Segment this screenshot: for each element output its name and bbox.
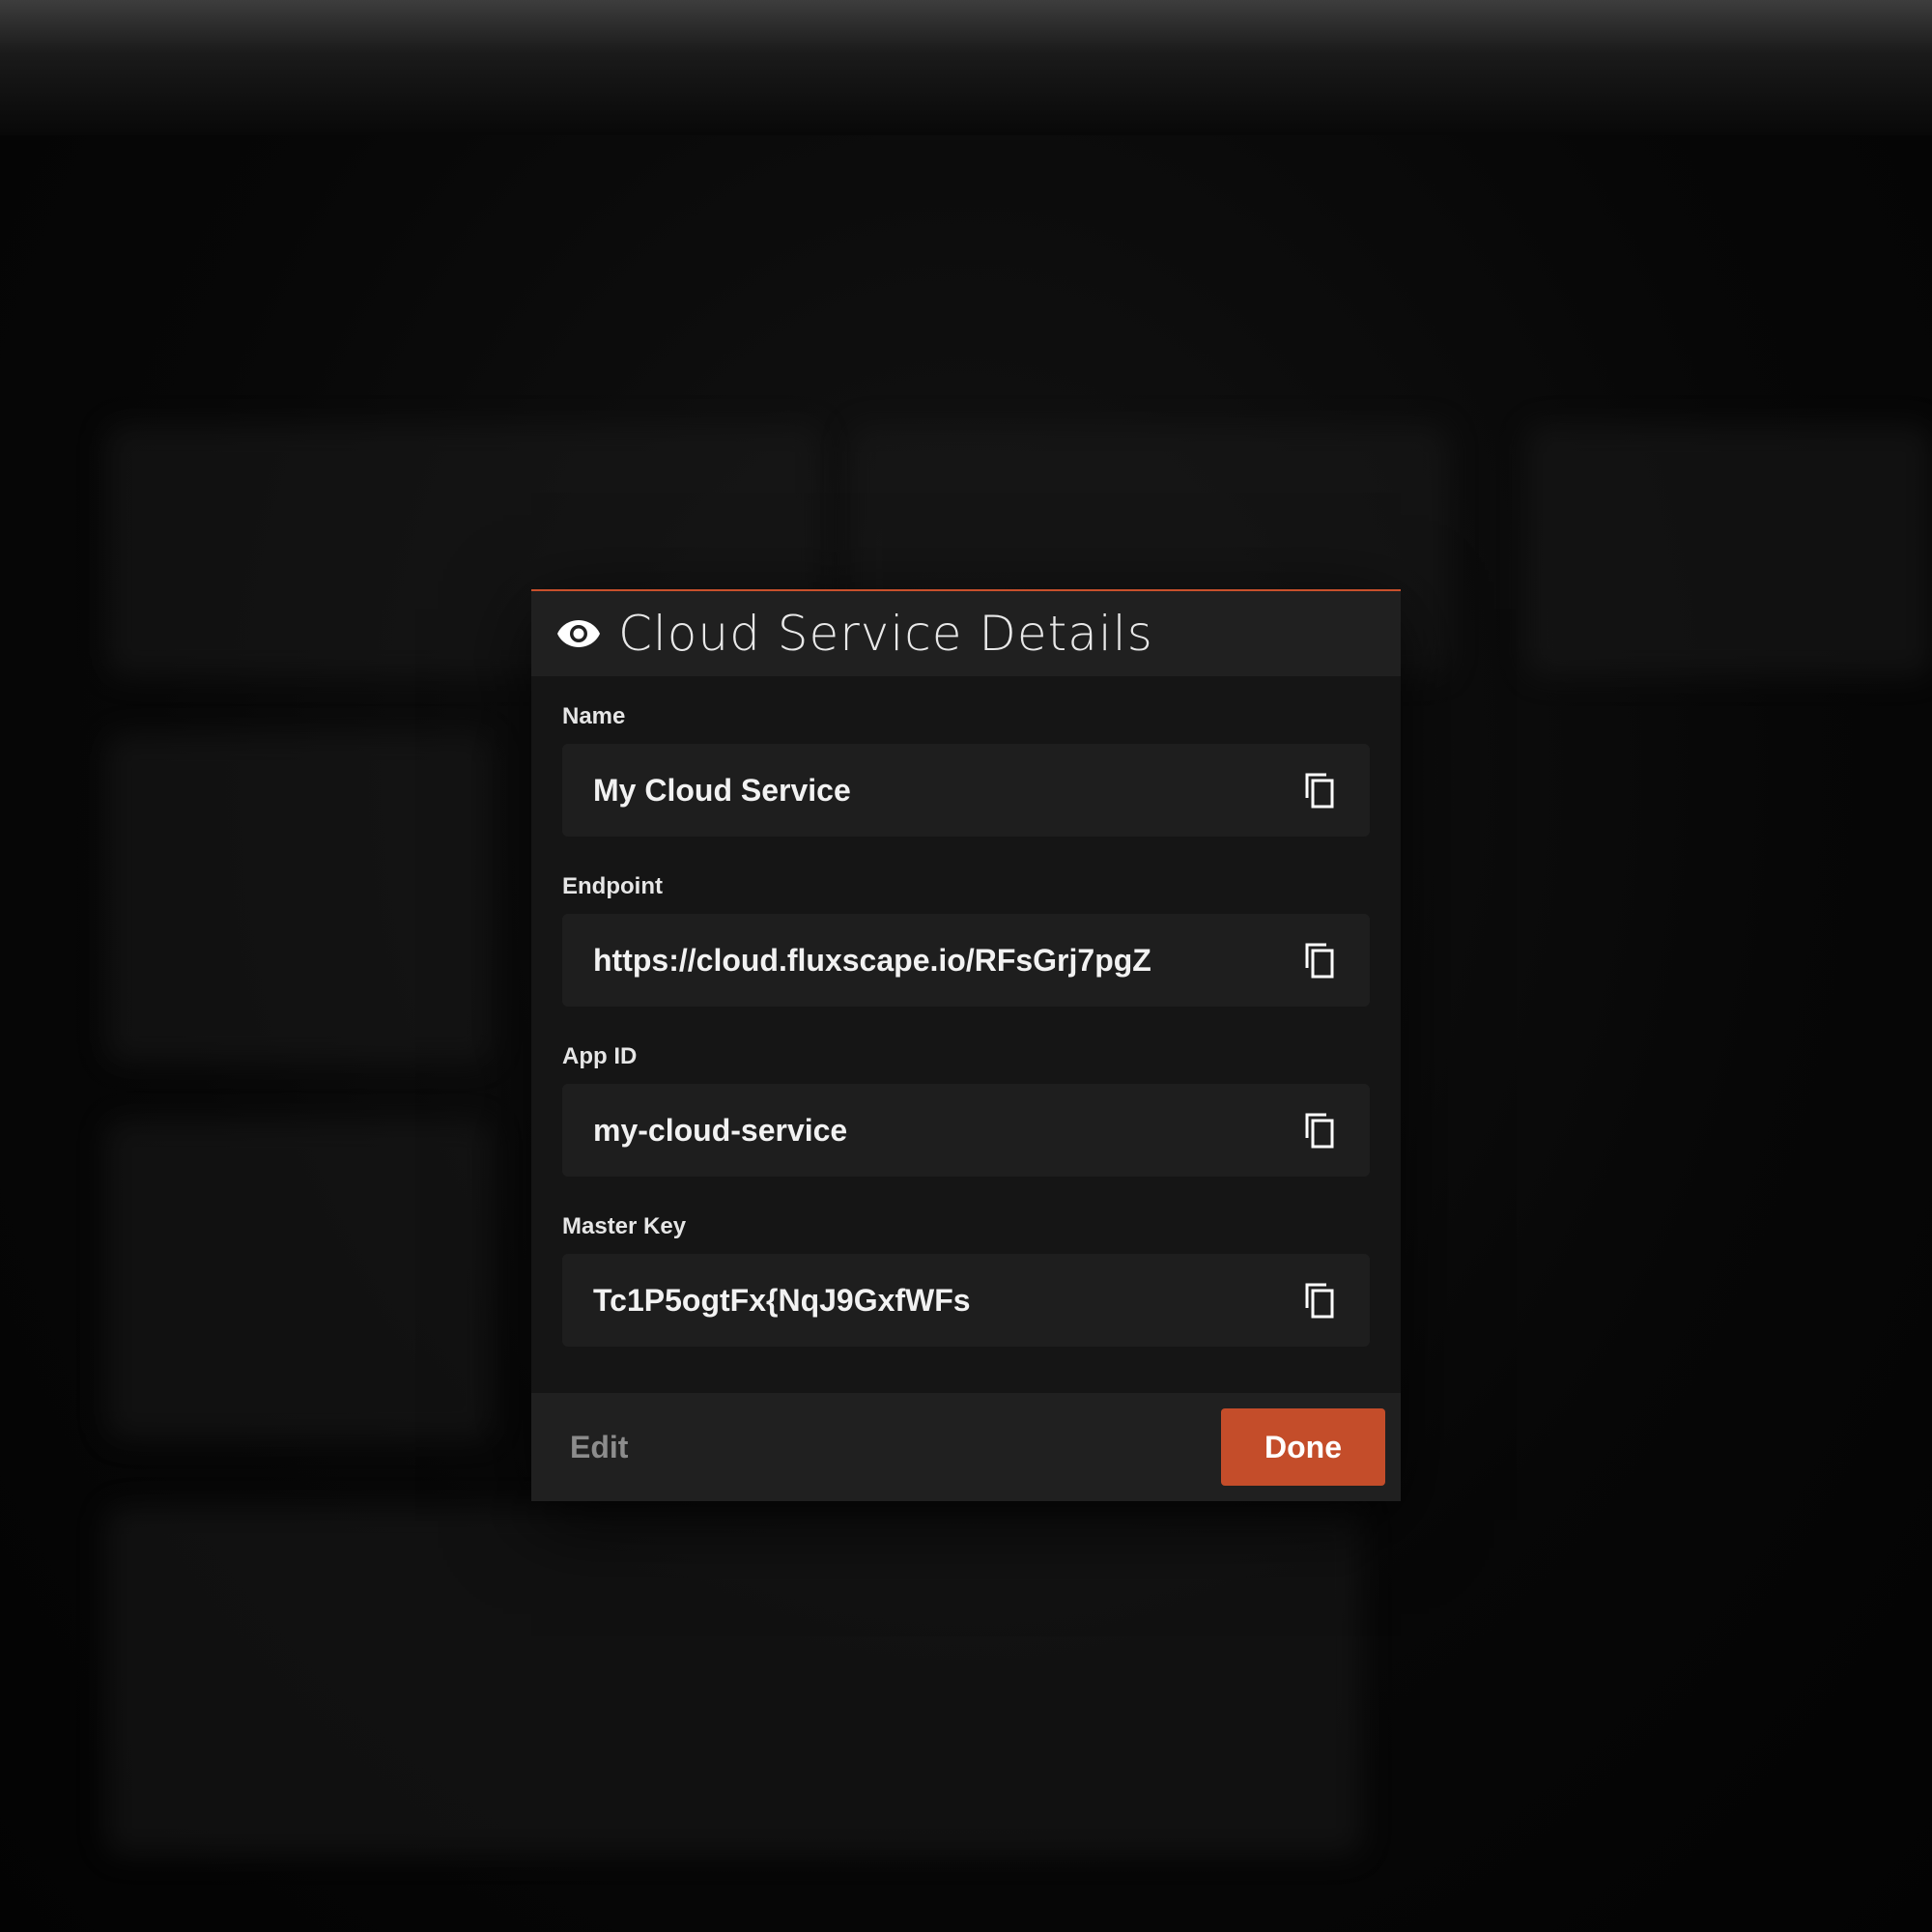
field-label: Endpoint [562,873,663,899]
dialog-footer: Edit Done [531,1393,1401,1501]
background-section [106,1507,1362,1855]
background-card [1526,425,1932,676]
endpoint-value: https://cloud.fluxscape.io/RFsGrj7pgZ [593,942,1151,978]
background-section [106,1121,493,1439]
dialog-body: Name My Cloud Service Endpoint https://c… [531,676,1401,1347]
field-label: Master Key [562,1213,687,1239]
master-key-value: Tc1P5ogtFx{NqJ9GxfWFs [593,1282,971,1318]
background-section [106,734,493,1063]
field-label: Name [562,703,626,729]
field-app-id: App ID my-cloud-service [562,1043,1370,1177]
app-id-value-box: my-cloud-service [562,1084,1370,1177]
background-topbar [0,0,1932,135]
copy-icon[interactable] [1300,941,1339,980]
endpoint-value-box: https://cloud.fluxscape.io/RFsGrj7pgZ [562,914,1370,1007]
copy-icon[interactable] [1300,1281,1339,1320]
cloud-service-details-dialog: Cloud Service Details Name My Cloud Serv… [531,589,1401,1501]
app-id-value: my-cloud-service [593,1112,848,1148]
field-endpoint: Endpoint https://cloud.fluxscape.io/RFsG… [562,873,1370,1007]
master-key-value-box: Tc1P5ogtFx{NqJ9GxfWFs [562,1254,1370,1347]
name-value-box: My Cloud Service [562,744,1370,837]
copy-icon[interactable] [1300,1111,1339,1150]
name-value: My Cloud Service [593,772,851,808]
done-button[interactable]: Done [1221,1408,1385,1486]
eye-icon [556,611,601,656]
field-name: Name My Cloud Service [562,703,1370,837]
field-master-key: Master Key Tc1P5ogtFx{NqJ9GxfWFs [562,1213,1370,1347]
copy-icon[interactable] [1300,771,1339,810]
field-label: App ID [562,1043,638,1069]
dialog-header: Cloud Service Details [531,591,1401,676]
edit-button[interactable]: Edit [570,1430,628,1465]
dialog-title: Cloud Service Details [618,606,1153,662]
